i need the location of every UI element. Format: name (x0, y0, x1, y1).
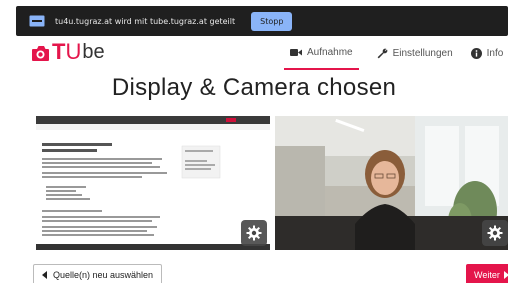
stop-sharing-button[interactable]: Stopp (251, 11, 293, 31)
screen-share-banner: tu4u.tugraz.at wird mit tube.tugraz.at g… (16, 6, 508, 36)
logo-letter-u: U (65, 39, 82, 64)
chevron-left-icon (42, 271, 47, 279)
logo-letter-t: T (52, 39, 66, 64)
display-preview (36, 116, 270, 250)
camera-preview-image (275, 116, 508, 250)
nav-item-einstellungen[interactable]: Einstellungen (377, 36, 453, 70)
next-button[interactable]: Weiter (466, 264, 508, 283)
video-camera-icon (290, 48, 302, 56)
reselect-sources-label: Quelle(n) neu auswählen (53, 270, 154, 280)
info-icon (470, 47, 482, 59)
next-button-label: Weiter (474, 270, 500, 280)
screen-share-icon (29, 15, 45, 27)
camera-logo-icon (32, 46, 49, 61)
logo-suffix: be (82, 41, 105, 63)
display-preview-image (36, 116, 270, 250)
main-nav: Aufnahme Einstellungen Info (284, 36, 508, 70)
reselect-sources-button[interactable]: Quelle(n) neu auswählen (33, 264, 163, 283)
gear-icon (246, 225, 262, 241)
display-settings-button[interactable] (241, 220, 267, 246)
page-title: Display & Camera chosen (111, 74, 397, 101)
chevron-right-icon (503, 271, 508, 279)
camera-settings-button[interactable] (482, 220, 508, 246)
wrench-icon (377, 48, 387, 58)
nav-item-label: Aufnahme (307, 46, 353, 58)
camera-preview (275, 116, 508, 250)
tube-logo[interactable]: T Ube (30, 41, 105, 63)
nav-item-info[interactable]: Info (470, 36, 504, 70)
gear-icon (487, 225, 503, 241)
nav-item-label: Einstellungen (392, 47, 453, 59)
app-header: T Ube Aufnahme Einstellungen Info (0, 36, 508, 70)
share-status-text: tu4u.tugraz.at wird mit tube.tugraz.at g… (55, 16, 236, 26)
nav-item-label: Info (486, 47, 504, 59)
nav-item-aufnahme[interactable]: Aufnahme (284, 36, 359, 70)
